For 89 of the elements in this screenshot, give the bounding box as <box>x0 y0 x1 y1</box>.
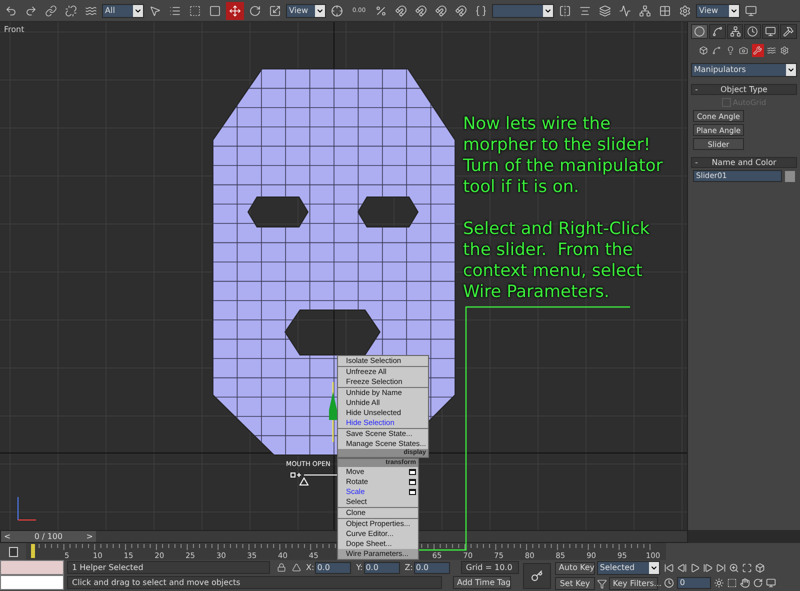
layers-icon <box>599 4 611 16</box>
mirror-icon <box>559 4 571 16</box>
hierarchy-icon <box>730 26 741 37</box>
set-key-button[interactable]: Set Key <box>554 577 595 590</box>
instruction-text: Now lets wire the morpher to the slider! Turn of the manipulator tool if it is on. <box>463 114 664 198</box>
utilities-tab[interactable] <box>780 24 797 39</box>
key-mode-dropdown[interactable]: Selected <box>596 561 660 575</box>
rollout-title: Object Type <box>720 84 768 96</box>
align-icon <box>579 4 591 16</box>
zoom-extents-icon[interactable] <box>742 562 752 572</box>
space-warps-icon <box>766 46 776 55</box>
key-icon <box>530 570 544 582</box>
waves-icon <box>85 4 97 16</box>
region-icon <box>189 4 201 16</box>
systems-icon <box>780 46 790 55</box>
render-setup-icon <box>679 4 691 16</box>
display-tab[interactable] <box>762 24 780 39</box>
add-time-tag-button[interactable]: Add Time Tag <box>453 576 511 589</box>
slider-manipulator-drawing <box>329 382 337 442</box>
status-swatch <box>0 560 64 575</box>
previous-frame-icon[interactable] <box>676 562 687 572</box>
redo-icon <box>25 4 37 16</box>
angle-snap-icon <box>415 4 427 16</box>
time-slider-thumb[interactable]: < 0 / 100 > <box>1 531 96 542</box>
display-icon <box>765 26 776 37</box>
spinner-snap-icon <box>455 4 467 16</box>
collapse-toggle[interactable]: - <box>695 84 705 96</box>
toolbar-dropdown[interactable]: View <box>696 4 740 18</box>
zoom-region-icon[interactable] <box>726 578 737 588</box>
coordinate-field[interactable]: 0.0 <box>315 562 352 574</box>
rotate-icon <box>249 4 261 16</box>
rollout-header[interactable]: - Name and Color <box>691 157 797 168</box>
status-swatch <box>0 575 64 590</box>
coordinate-label: X: <box>306 562 314 574</box>
zoom-icon[interactable] <box>728 562 739 572</box>
link-icon <box>45 4 57 16</box>
curve-editor-icon <box>619 4 631 16</box>
key-filter-icon[interactable] <box>596 578 607 588</box>
collapse-toggle[interactable]: - <box>695 156 705 169</box>
snap-icon <box>395 4 407 16</box>
current-frame-field[interactable]: 0 <box>676 576 711 588</box>
axis-tripod-icon <box>18 496 36 520</box>
undo-icon <box>5 4 17 16</box>
next-frame-arrow[interactable]: > <box>86 532 93 540</box>
rollout-header[interactable]: - Object Type <box>691 84 797 95</box>
lock-icon[interactable] <box>277 563 286 572</box>
unlink-icon <box>65 4 77 16</box>
pan-icon[interactable] <box>740 578 750 588</box>
coordinate-field[interactable]: 0.0 <box>414 562 450 574</box>
move-icon <box>229 4 241 16</box>
systems-category-button[interactable] <box>778 44 791 57</box>
auto-key-button[interactable]: Auto Key <box>554 562 595 574</box>
coordinate-label: Y: <box>356 562 363 574</box>
time-config-icon[interactable] <box>664 578 674 588</box>
select-icon <box>149 4 161 16</box>
go-to-start-icon[interactable] <box>664 562 674 572</box>
toolbar-dropdown[interactable]: View <box>286 4 326 18</box>
grid-size: Grid = 10.0 <box>460 561 519 574</box>
viewport-label[interactable]: Front <box>4 24 24 36</box>
cameras-category-button[interactable] <box>738 44 750 57</box>
utilities-icon <box>783 26 794 37</box>
cameras-icon <box>739 46 748 55</box>
play-icon[interactable] <box>690 562 700 572</box>
scale-icon <box>269 4 281 16</box>
hierarchy-tab[interactable] <box>726 24 744 39</box>
subcategory-dropdown[interactable]: Manipulators <box>691 63 797 77</box>
color-swatch[interactable] <box>785 170 795 182</box>
schematic-icon <box>639 4 651 16</box>
geometry-category-button[interactable] <box>697 44 709 57</box>
go-to-end-icon[interactable] <box>716 562 726 572</box>
slider-gizmo-drawing <box>290 472 338 486</box>
set-key-mode-button[interactable] <box>522 562 551 588</box>
shapes-category-button[interactable] <box>710 44 723 57</box>
shapes-icon <box>712 46 722 55</box>
toolbar-dropdown[interactable] <box>492 4 554 18</box>
frame-counter: 0 / 100 <box>34 532 63 540</box>
next-frame-icon[interactable] <box>702 562 713 572</box>
percent-icon <box>375 4 387 16</box>
geometry-icon <box>698 46 708 55</box>
previous-frame-arrow[interactable]: < <box>4 532 11 540</box>
instruction-text: Select and Right-Click the slider. From the context menu, select Wire Parameters. <box>463 219 651 303</box>
selection-info: 1 Helper Selected <box>67 561 270 574</box>
coordinate-label: Z: <box>404 562 413 574</box>
move-button[interactable] <box>226 2 244 20</box>
current-frame-marker <box>31 544 35 558</box>
percent-snap-icon <box>435 4 447 16</box>
rollout-title: Name and Color <box>710 156 778 169</box>
coordinate-field[interactable]: 0.0 <box>364 562 400 574</box>
toolbar-dropdown[interactable]: All <box>102 4 144 18</box>
